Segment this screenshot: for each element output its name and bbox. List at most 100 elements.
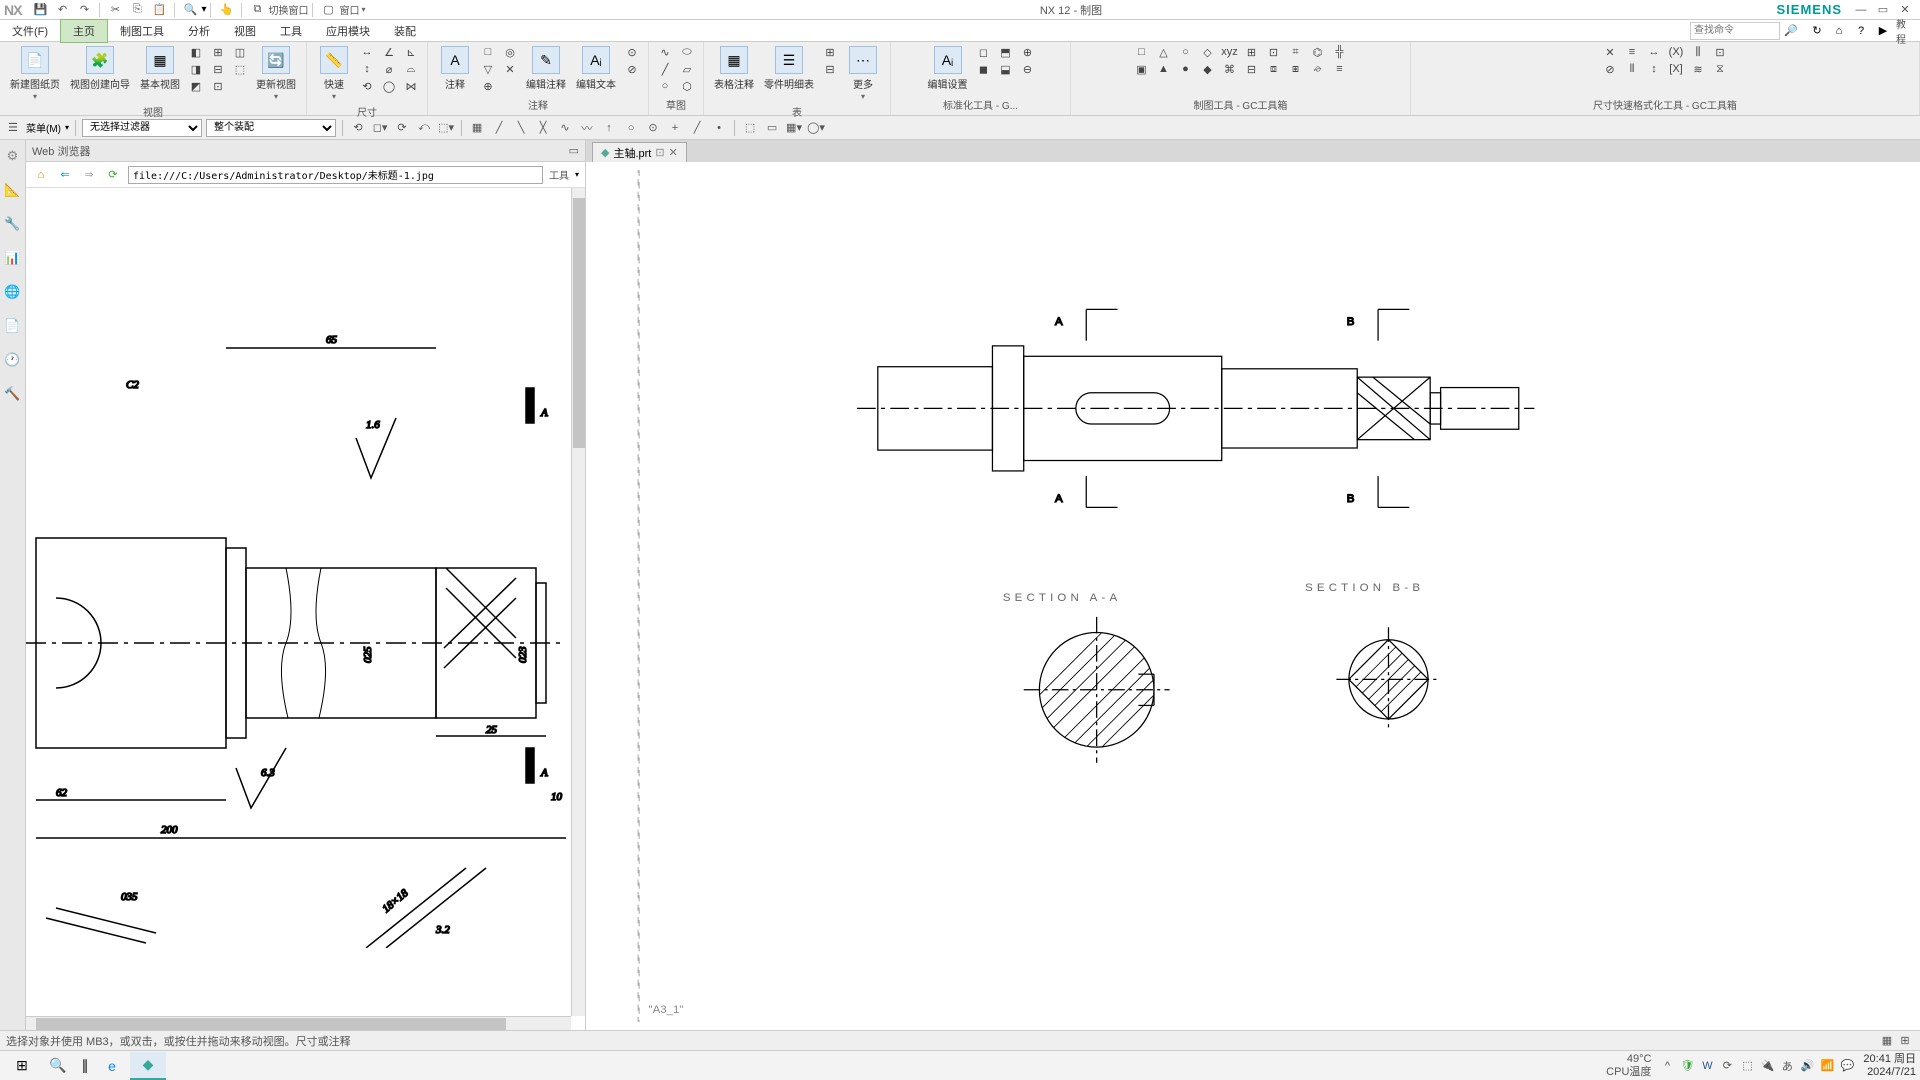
touch-icon[interactable]: 👆 — [217, 1, 235, 19]
dim-icon-2[interactable]: ↕ — [357, 61, 377, 77]
gd-icon[interactable]: (X) — [1666, 44, 1686, 60]
task-view-button[interactable]: ∥ — [76, 1052, 94, 1080]
fb-icon[interactable]: ⟲ — [349, 119, 367, 137]
menu-home[interactable]: 主页 — [60, 19, 108, 43]
menu-view[interactable]: 视图 — [222, 20, 268, 42]
web-forward-icon[interactable]: ⇒ — [80, 166, 98, 184]
std-icon-6[interactable]: ⊖ — [1018, 61, 1038, 77]
zoom-drop[interactable]: ▾ — [201, 4, 206, 15]
dim-icon-5[interactable]: ⌀ — [379, 61, 399, 77]
menu-tools[interactable]: 工具 — [268, 20, 314, 42]
window-menu-label[interactable]: 窗口 — [339, 2, 359, 17]
ann-icon-1[interactable]: □ — [478, 44, 498, 60]
search-button[interactable]: 🔍 — [40, 1052, 76, 1080]
gd-icon[interactable]: ⊡ — [1710, 44, 1730, 60]
small-icon-4[interactable]: ⊞ — [208, 44, 228, 60]
parts-list-button[interactable]: ☰ 零件明细表 — [760, 44, 818, 93]
std-icon-3[interactable]: ⬒ — [996, 44, 1016, 60]
switch-window-icon[interactable]: ⧉ — [248, 1, 266, 19]
std-icon-1[interactable]: ◻ — [974, 44, 994, 60]
sketch-icon-3[interactable]: ○ — [655, 78, 675, 94]
gd-icon[interactable]: ↕ — [1644, 61, 1664, 77]
gc-icon[interactable]: □ — [1132, 44, 1152, 60]
ann-icon-3[interactable]: ⊕ — [478, 78, 498, 94]
copy-icon[interactable]: ⎘ — [128, 1, 146, 19]
tab-close-icon[interactable]: ✕ — [669, 146, 678, 159]
tray-shield-icon[interactable]: 🛡 — [1679, 1058, 1695, 1074]
cpu-temp-widget[interactable]: 49°C CPU温度 — [1606, 1053, 1651, 1077]
gd-icon[interactable]: ≡ — [1622, 44, 1642, 60]
dim-icon-8[interactable]: ⌓ — [401, 61, 421, 77]
tray-sync-icon[interactable]: ⟳ — [1719, 1058, 1735, 1074]
menu-button-icon[interactable]: ☰ — [4, 119, 22, 137]
switch-window-label[interactable]: 切换窗口 — [268, 2, 308, 17]
web-home-icon[interactable]: ⌂ — [32, 166, 50, 184]
snap-curve2-icon[interactable]: 〰 — [578, 119, 596, 137]
menu-assembly[interactable]: 装配 — [382, 20, 428, 42]
redo-icon[interactable]: ↷ — [75, 1, 93, 19]
sketch-icon-6[interactable]: ⬡ — [677, 78, 697, 94]
fb-icon[interactable]: ⬚▾ — [437, 119, 455, 137]
chevron-down-icon[interactable]: ▾ — [65, 123, 69, 132]
minimize-button[interactable]: — — [1850, 1, 1872, 19]
fb-icon[interactable]: ⟳ — [393, 119, 411, 137]
nav-clock-icon[interactable]: 🕐 — [3, 350, 23, 370]
tray-notif-icon[interactable]: 💬 — [1839, 1058, 1855, 1074]
tray-cube-icon[interactable]: ⬚ — [1739, 1058, 1755, 1074]
menu-analysis[interactable]: 分析 — [176, 20, 222, 42]
note-button[interactable]: A 注释 — [434, 44, 476, 93]
gc-icon[interactable]: xyz — [1220, 44, 1240, 60]
dim-icon-9[interactable]: ⋈ — [401, 78, 421, 94]
fb-ex-icon[interactable]: ⬚ — [741, 119, 759, 137]
tray-ime-icon[interactable]: あ — [1779, 1058, 1795, 1074]
std-icon-2[interactable]: ◼ — [974, 61, 994, 77]
ann-icon-2[interactable]: ▽ — [478, 61, 498, 77]
snap-up-icon[interactable]: ↑ — [600, 119, 618, 137]
nav-assembly-icon[interactable]: 🔧 — [3, 214, 23, 234]
dim-icon-4[interactable]: ∠ — [379, 44, 399, 60]
fb-icon[interactable]: ◻▾ — [371, 119, 389, 137]
web-url-input[interactable] — [128, 166, 543, 184]
chevron-down-icon[interactable]: ▾ — [274, 92, 278, 101]
gc-icon[interactable]: ▲ — [1154, 61, 1174, 77]
web-refresh-icon[interactable]: ⟳ — [104, 166, 122, 184]
nav-web-icon[interactable]: 🌐 — [3, 282, 23, 302]
assembly-scope-select[interactable]: 整个装配 — [206, 119, 336, 137]
small-icon-2[interactable]: ◨ — [186, 61, 206, 77]
small-icon-3[interactable]: ◩ — [186, 78, 206, 94]
menu-application[interactable]: 应用模块 — [314, 20, 382, 42]
gc-icon[interactable]: ○ — [1176, 44, 1196, 60]
dim-icon-1[interactable]: ↔ — [357, 44, 377, 60]
snap-diag-icon[interactable]: ╱ — [688, 119, 706, 137]
nav-tool-icon[interactable]: 🔨 — [3, 384, 23, 404]
tutorial-icon[interactable]: ▶ — [1874, 22, 1892, 40]
tray-volume-icon[interactable]: 🔊 — [1799, 1058, 1815, 1074]
gc-icon[interactable]: ⊟ — [1242, 61, 1262, 77]
new-sheet-button[interactable]: 📄 新建图纸页 ▾ — [6, 44, 64, 103]
menu-drafting-tools[interactable]: 制图工具 — [108, 20, 176, 42]
gc-icon[interactable]: ⌘ — [1220, 61, 1240, 77]
snap-line2-icon[interactable]: ╲ — [512, 119, 530, 137]
fb-ex-icon[interactable]: ▦▾ — [785, 119, 803, 137]
snap-point-icon[interactable]: • — [710, 119, 728, 137]
scrollbar-thumb[interactable] — [36, 1018, 506, 1030]
snap-angle-icon[interactable]: ╳ — [534, 119, 552, 137]
paste-icon[interactable]: 📋 — [150, 1, 168, 19]
gc-icon[interactable]: ⌮ — [1308, 61, 1328, 77]
gd-icon[interactable]: ↔ — [1644, 44, 1664, 60]
ann-icon-5[interactable]: ✕ — [500, 61, 520, 77]
gc-icon[interactable]: ⧈ — [1264, 61, 1284, 77]
std-icon-4[interactable]: ⬓ — [996, 61, 1016, 77]
gd-icon[interactable]: ≋ — [1688, 61, 1708, 77]
chevron-down-icon[interactable]: ▾ — [332, 92, 336, 101]
snap-line-icon[interactable]: ╱ — [490, 119, 508, 137]
sketch-icon-2[interactable]: ╱ — [655, 61, 675, 77]
gc-icon[interactable]: ⧆ — [1286, 61, 1306, 77]
gc-icon[interactable]: ⌬ — [1308, 44, 1328, 60]
drawing-canvas[interactable]: A A B B SECTION A-A SECTION B-B — [586, 162, 1920, 1030]
snap-circle-icon[interactable]: ○ — [622, 119, 640, 137]
horizontal-scrollbar[interactable] — [26, 1016, 571, 1030]
rapid-dim-button[interactable]: 📏 快速 ▾ — [313, 44, 355, 103]
small-icon-8[interactable]: ⬚ — [230, 61, 250, 77]
ann-icon-4[interactable]: ◎ — [500, 44, 520, 60]
